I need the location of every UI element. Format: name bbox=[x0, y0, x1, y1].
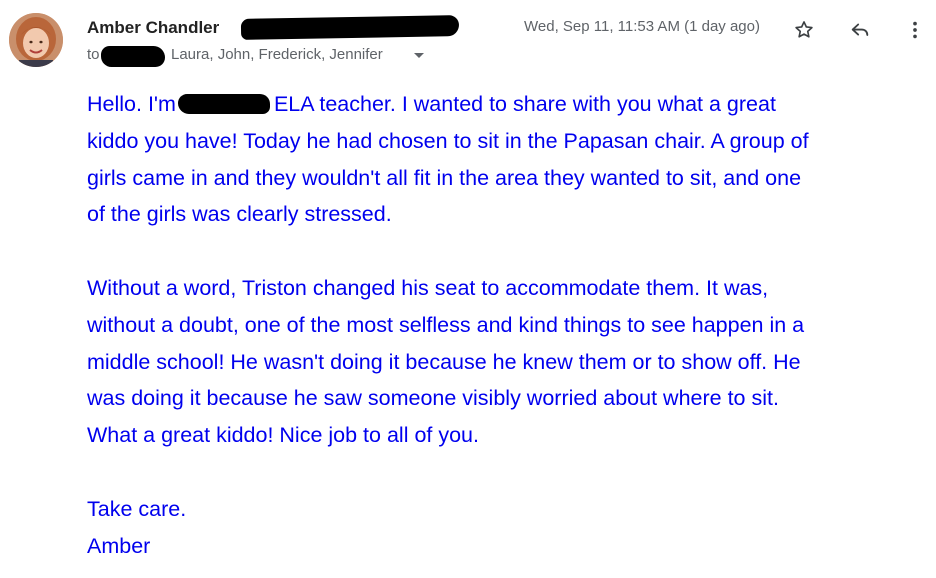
body-line: What a great kiddo! Nice job to all of y… bbox=[87, 423, 479, 448]
body-line: kiddo you have! Today he had chosen to s… bbox=[87, 128, 809, 153]
body-line: girls came in and they wouldn't all fit … bbox=[87, 165, 802, 190]
body-line: of the girls was clearly stressed. bbox=[87, 202, 392, 227]
redacted-email-address bbox=[240, 15, 460, 40]
star-outline-icon bbox=[795, 21, 813, 38]
chevron-down-icon[interactable] bbox=[414, 53, 424, 58]
reply-button[interactable] bbox=[847, 17, 873, 43]
intro-text: ELA teacher. I wanted to share with you … bbox=[273, 92, 776, 116]
reply-arrow-icon bbox=[851, 23, 869, 36]
sender-name[interactable]: Amber Chandler bbox=[87, 18, 219, 38]
sender-avatar[interactable] bbox=[9, 13, 63, 67]
signature-text: Amber bbox=[87, 533, 151, 558]
body-line: without a doubt, one of the most selfles… bbox=[87, 312, 805, 337]
body-line: Hello. I'm ELA teacher. I wanted to share… bbox=[87, 86, 922, 123]
avatar-photo bbox=[9, 13, 63, 67]
more-vertical-icon bbox=[913, 21, 917, 39]
redacted-name bbox=[177, 94, 270, 114]
greeting-text: Hello. I'm bbox=[87, 92, 176, 116]
star-button[interactable] bbox=[791, 17, 817, 43]
recipient-list: Laura, John, Frederick, Jennifer bbox=[171, 46, 383, 63]
paragraph-break bbox=[87, 233, 922, 270]
message-timestamp: Wed, Sep 11, 11:53 AM (1 day ago) bbox=[524, 18, 760, 35]
paragraph-break bbox=[87, 454, 922, 491]
redacted-recipient bbox=[101, 46, 165, 67]
message-body: Hello. I'm ELA teacher. I wanted to share… bbox=[87, 86, 922, 564]
body-line: middle school! He wasn't doing it becaus… bbox=[87, 349, 801, 374]
body-line: was doing it because he saw someone visi… bbox=[87, 386, 779, 411]
signoff-text: Take care. bbox=[87, 496, 187, 521]
to-label: to bbox=[87, 46, 100, 63]
body-line: Without a word, Triston changed his seat… bbox=[87, 275, 769, 300]
more-options-button[interactable] bbox=[902, 17, 928, 43]
